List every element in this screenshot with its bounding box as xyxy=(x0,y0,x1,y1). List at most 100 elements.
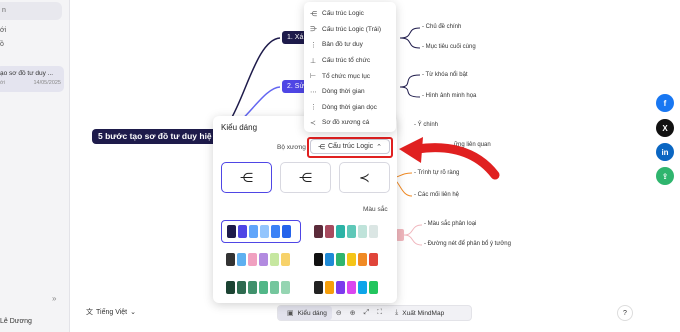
style-panel-title: Kiểu dáng xyxy=(221,123,258,132)
leaf-tu-khoa[interactable]: - Từ khóa nổi bật xyxy=(422,72,468,78)
fullscreen-icon[interactable]: ⛶ xyxy=(373,309,386,317)
color-swatch xyxy=(347,281,356,294)
root-node[interactable]: 5 bước tạo sơ đồ tư duy hiệ xyxy=(92,129,218,144)
menu-item-label: Cấu trúc tổ chức xyxy=(322,57,371,65)
logic-right-icon: ⋲ xyxy=(310,10,317,18)
style-button-label: Kiểu dáng xyxy=(297,309,327,317)
color-swatch xyxy=(336,225,345,238)
leaf-hinh-anh[interactable]: - Hình ảnh minh họa xyxy=(422,93,476,99)
color-palette-0[interactable] xyxy=(221,220,301,243)
color-palette-4[interactable] xyxy=(221,276,301,299)
chevron-down-icon: ⌄ xyxy=(130,309,137,316)
color-swatch xyxy=(270,281,279,294)
user-name[interactable]: Lê Dương xyxy=(0,318,32,325)
menu-item-2[interactable]: ⋮ Bản đồ tư duy xyxy=(304,37,396,53)
menu-item-4[interactable]: ⊢ Tổ chức mục lục xyxy=(304,68,396,84)
zoom-out-icon[interactable]: ⊖ xyxy=(332,309,346,317)
menu-item-label: Dòng thời gian dọc xyxy=(322,103,377,111)
color-swatch xyxy=(358,225,367,238)
help-button[interactable]: ? xyxy=(617,305,633,321)
download-icon: ⤓ xyxy=(395,309,399,316)
language-label: Tiếng Việt xyxy=(96,308,128,316)
recent-mindmap-item[interactable]: ạo sơ đồ tư duy ... ới 14/05/2025 xyxy=(0,66,64,92)
red-arrow-annotation xyxy=(399,137,500,180)
menu-item-label: Cấu trúc Logic xyxy=(322,10,364,18)
recent-item-meta: ới xyxy=(0,80,5,86)
color-swatch xyxy=(270,253,279,266)
menu-item-label: Tổ chức mục lục xyxy=(322,72,371,80)
color-palette-3[interactable] xyxy=(309,248,389,271)
color-swatch xyxy=(336,253,345,266)
layout-option-logic-left[interactable]: ≺ xyxy=(339,162,390,193)
leaf-y-chinh[interactable]: - Ý chính xyxy=(414,122,438,128)
color-swatch xyxy=(260,225,269,238)
layout-dropdown-menu: ⋲ Cấu trúc Logic ⋺ Cấu trúc Logic (Trái) ⋮ Bả… xyxy=(304,2,396,132)
share-icon[interactable]: ⇪ xyxy=(656,167,674,185)
color-swatch xyxy=(259,253,268,266)
color-swatch xyxy=(314,253,323,266)
color-swatch xyxy=(237,253,246,266)
style-button[interactable]: ▣ Kiểu dáng xyxy=(278,306,332,320)
color-swatch xyxy=(325,253,334,266)
layout-option-logic-branch[interactable]: ⋲ xyxy=(280,162,331,193)
menu-item-label: Cấu trúc Logic (Trái) xyxy=(322,25,381,33)
color-palette-2[interactable] xyxy=(221,248,301,271)
menu-item-6[interactable]: ⋮ Dòng thời gian dọc xyxy=(304,100,396,116)
layout-option-logic-right[interactable]: ⋲ xyxy=(221,162,272,193)
search-box[interactable]: n xyxy=(0,2,62,20)
color-swatch xyxy=(248,281,257,294)
skeleton-label: Bộ xương xyxy=(277,144,306,151)
menu-item-label: Dòng thời gian xyxy=(322,88,365,96)
color-swatch xyxy=(347,253,356,266)
color-swatch xyxy=(325,225,334,238)
color-swatch xyxy=(325,281,334,294)
menu-item-5[interactable]: ⋯ Dòng thời gian xyxy=(304,84,396,100)
menu-item-label: Bản đồ tư duy xyxy=(322,41,363,49)
language-selector[interactable]: 文 Tiếng Việt ⌄ xyxy=(86,307,136,317)
leaf-chu-de[interactable]: - Chủ đề chính xyxy=(422,24,461,30)
bottom-toolbar: ▣ Kiểu dáng ⊖ ⊕ ⤢ ⛶ ⤓ Xuất MindMap xyxy=(277,305,472,321)
menu-item-7[interactable]: ≺ Sơ đồ xương cá xyxy=(304,115,396,131)
mindmap-icon: ⋮ xyxy=(310,41,317,49)
export-button[interactable]: ⤓ Xuất MindMap xyxy=(386,306,449,320)
menu-item-1[interactable]: ⋺ Cấu trúc Logic (Trái) xyxy=(304,22,396,38)
menu-item-3[interactable]: ⊥ Cấu trúc tổ chức xyxy=(304,53,396,69)
leaf-muc-tieu[interactable]: - Mục tiêu cuối cùng xyxy=(422,44,476,50)
color-swatch xyxy=(238,225,247,238)
x-share-icon[interactable]: X xyxy=(656,119,674,137)
color-swatch xyxy=(271,225,280,238)
branch-node-pink[interactable] xyxy=(396,229,404,241)
highlight-box xyxy=(307,137,393,158)
export-button-label: Xuất MindMap xyxy=(402,309,445,317)
color-swatch xyxy=(369,281,378,294)
color-swatch xyxy=(226,253,235,266)
translate-icon: 文 xyxy=(86,309,93,316)
menu-item-0[interactable]: ⋲ Cấu trúc Logic xyxy=(304,6,396,22)
color-swatch xyxy=(281,281,290,294)
sidebar-section-new[interactable]: ới xyxy=(0,27,6,34)
recent-item-date: 14/05/2025 xyxy=(33,80,61,86)
linkedin-share-icon[interactable]: in xyxy=(656,143,674,161)
color-swatch xyxy=(336,281,345,294)
color-swatch xyxy=(259,281,268,294)
color-swatch xyxy=(282,225,291,238)
zoom-in-icon[interactable]: ⊕ xyxy=(346,309,360,317)
leaf-duong-net[interactable]: - Đường nét để phân bổ ý tưởng xyxy=(424,241,511,247)
org-chart-icon: ⊥ xyxy=(310,57,317,65)
leaf-mau-sac[interactable]: - Màu sắc phân loại xyxy=(424,221,476,227)
sidebar: n ới ồ ạo sơ đồ tư duy ... ới 14/05/2025… xyxy=(0,0,70,332)
facebook-share-icon[interactable]: f xyxy=(656,94,674,112)
color-swatch xyxy=(237,281,246,294)
collapse-arrow-icon[interactable]: » xyxy=(52,294,56,303)
color-swatch xyxy=(369,253,378,266)
recent-item-title: ạo sơ đồ tư duy ... xyxy=(0,70,54,77)
color-palette-1[interactable] xyxy=(309,220,389,243)
sidebar-section-maps[interactable]: ồ xyxy=(0,41,4,48)
color-swatch xyxy=(358,281,367,294)
color-palette-5[interactable] xyxy=(309,276,389,299)
style-icon: ▣ xyxy=(287,310,294,317)
leaf-cac-moi[interactable]: - Các mối liên hệ xyxy=(414,192,459,198)
color-swatch xyxy=(314,225,323,238)
directory-icon: ⊢ xyxy=(310,73,317,81)
fit-screen-icon[interactable]: ⤢ xyxy=(360,309,374,317)
